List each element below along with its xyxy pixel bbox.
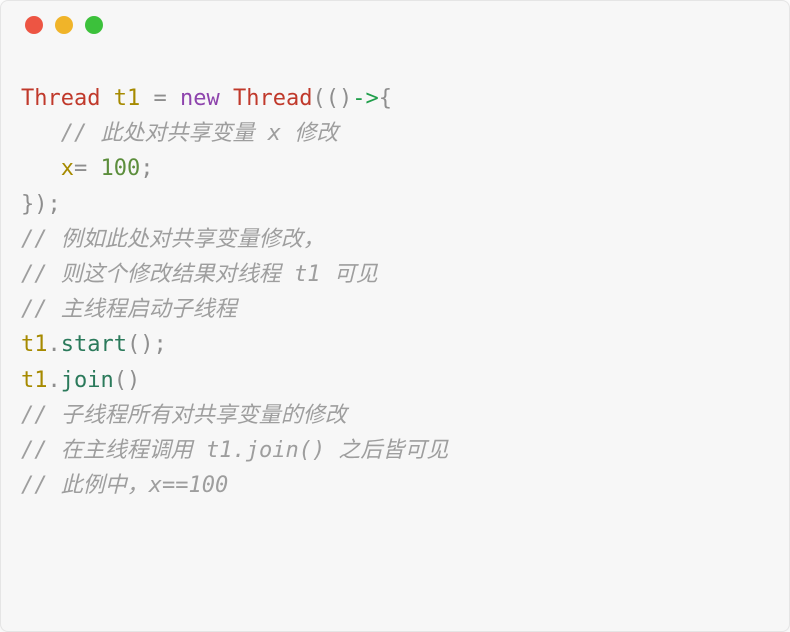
token-variable: t1 bbox=[21, 368, 48, 393]
token-punct: () bbox=[114, 368, 141, 393]
token-method: start bbox=[61, 332, 127, 357]
token-variable: t1 bbox=[21, 332, 48, 357]
code-line: x= 100; bbox=[21, 156, 154, 181]
token-number: 100 bbox=[101, 156, 141, 181]
token-indent bbox=[21, 156, 61, 181]
window-titlebar bbox=[1, 1, 789, 49]
code-comment: // 主线程启动子线程 bbox=[21, 297, 237, 322]
maximize-icon[interactable] bbox=[85, 16, 103, 34]
token-punct: = bbox=[140, 86, 180, 111]
code-comment: // 例如此处对共享变量修改， bbox=[21, 227, 325, 252]
token-type: Thread bbox=[21, 86, 100, 111]
token-variable: x bbox=[61, 156, 74, 181]
code-line: }); bbox=[21, 192, 61, 217]
code-comment: // 此处对共享变量 x 修改 bbox=[21, 121, 338, 146]
token-punct: = bbox=[74, 156, 101, 181]
code-window: Thread t1 = new Thread(()->{ // 此处对共享变量 … bbox=[0, 0, 790, 632]
token-punct: . bbox=[48, 368, 61, 393]
code-line: t1.start(); bbox=[21, 332, 167, 357]
code-comment: // 子线程所有对共享变量的修改 bbox=[21, 403, 347, 428]
token-type: Thread bbox=[220, 86, 313, 111]
code-comment: // 则这个修改结果对线程 t1 可见 bbox=[21, 262, 378, 287]
token-keyword: new bbox=[180, 86, 220, 111]
token-method: join bbox=[61, 368, 114, 393]
code-block: Thread t1 = new Thread(()->{ // 此处对共享变量 … bbox=[1, 49, 789, 523]
token-punct: (() bbox=[312, 86, 352, 111]
token-arrow: -> bbox=[352, 86, 379, 111]
token-punct: (); bbox=[127, 332, 167, 357]
token-punct: . bbox=[48, 332, 61, 357]
token-punct: { bbox=[379, 86, 392, 111]
token-variable: t1 bbox=[114, 86, 141, 111]
token-punct: ; bbox=[140, 156, 153, 181]
close-icon[interactable] bbox=[25, 16, 43, 34]
code-comment: // 此例中，x==100 bbox=[21, 473, 228, 498]
minimize-icon[interactable] bbox=[55, 16, 73, 34]
code-comment: // 在主线程调用 t1.join() 之后皆可见 bbox=[21, 438, 448, 463]
code-line: t1.join() bbox=[21, 368, 140, 393]
code-line: Thread t1 = new Thread(()->{ bbox=[21, 86, 392, 111]
